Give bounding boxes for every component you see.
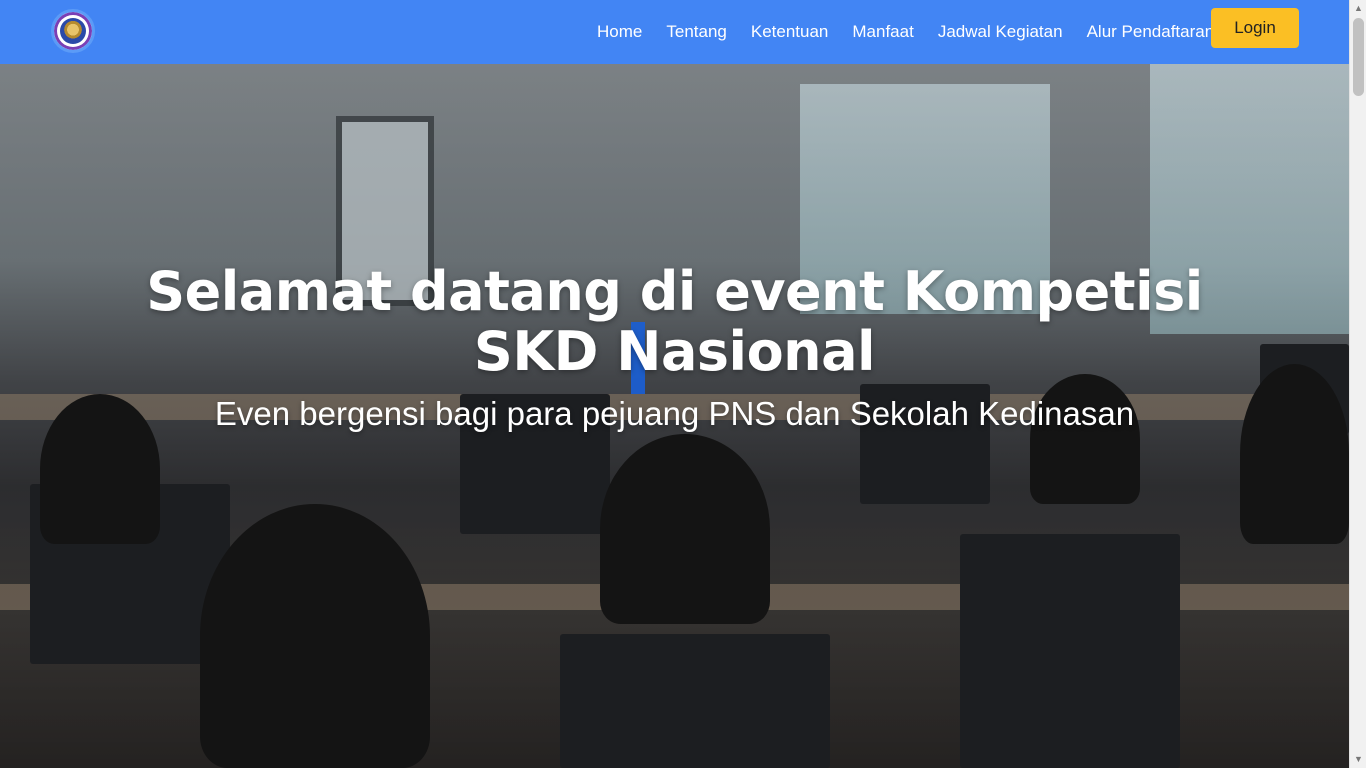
nav-home-link[interactable]: Home (597, 0, 642, 64)
main-nav: Home Tentang Ketentuan Manfaat Jadwal Ke… (585, 0, 1226, 64)
nav-alur-pendaftaran-link[interactable]: Alur Pendaftaran (1087, 0, 1215, 64)
monitor-decor (560, 634, 830, 768)
hero-content: Selamat datang di event Kompetisi SKD Na… (0, 262, 1349, 434)
hero-subtitle: Even bergensi bagi para pejuang PNS dan … (214, 395, 1135, 432)
scroll-down-arrow-icon[interactable]: ▼ (1350, 751, 1366, 768)
login-button[interactable]: Login (1211, 8, 1299, 48)
monitor-decor (960, 534, 1180, 768)
nav-tentang-link[interactable]: Tentang (666, 0, 727, 64)
nav-manfaat-link[interactable]: Manfaat (852, 0, 913, 64)
trophy-emblem-icon[interactable] (51, 9, 95, 53)
top-navbar: Home Tentang Ketentuan Manfaat Jadwal Ke… (0, 0, 1349, 64)
nav-jadwal-kegiatan-link[interactable]: Jadwal Kegiatan (938, 0, 1063, 64)
logo-emblem (60, 18, 86, 44)
scroll-up-arrow-icon[interactable]: ▲ (1350, 0, 1366, 17)
person-decor (600, 434, 770, 624)
page-scrollbar[interactable]: ▲ ▼ (1349, 0, 1366, 768)
hero-title: Selamat datang di event Kompetisi SKD Na… (146, 260, 1203, 383)
nav-ketentuan-link[interactable]: Ketentuan (751, 0, 829, 64)
scrollbar-thumb[interactable] (1353, 18, 1364, 96)
person-decor (200, 504, 430, 768)
